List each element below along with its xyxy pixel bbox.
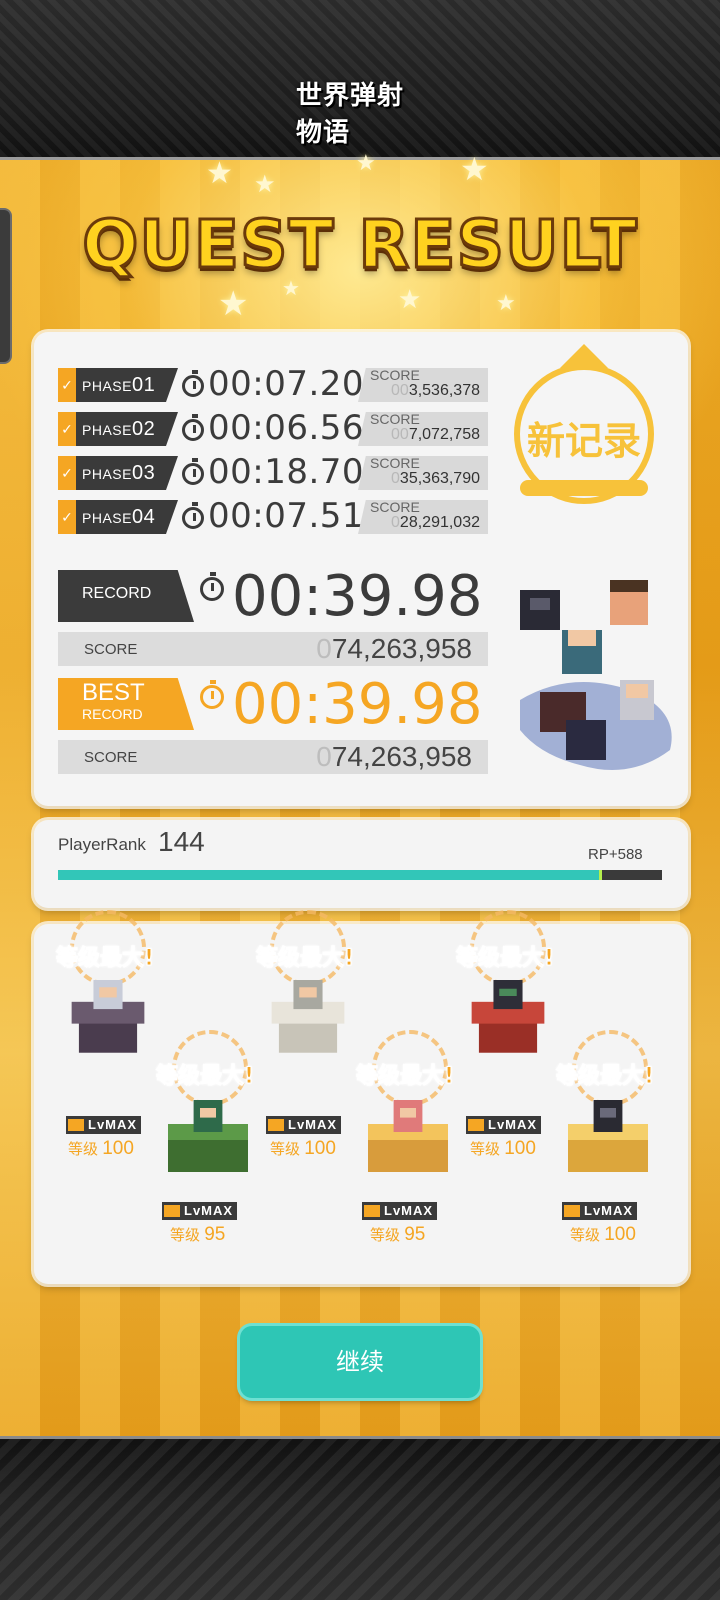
- phase-score: SCORE 035,363,790: [358, 456, 488, 490]
- top-bar: 世界弹射物语: [0, 0, 720, 160]
- check-icon: ✓: [58, 500, 76, 534]
- phase-row: ✓ PHASE03 00:18.70 SCORE 035,363,790: [58, 452, 488, 492]
- character-level: 等级 100: [68, 1138, 134, 1159]
- phase-label: PHASE03: [82, 462, 156, 484]
- timer-icon: [182, 413, 204, 441]
- phase-time: 00:07.51: [182, 496, 364, 536]
- continue-button[interactable]: 继续: [240, 1326, 480, 1398]
- character-pedestal: [568, 1100, 648, 1172]
- rank-progress-bar: [58, 870, 662, 880]
- star-icon: ★: [206, 157, 233, 190]
- character-pedestal: [71, 980, 145, 1053]
- lvmax-badge: LvMAX: [66, 1116, 142, 1134]
- phase-row: ✓ PHASE01 00:07.20 SCORE 003,536,378: [58, 364, 488, 404]
- character-level: 等级 100: [270, 1138, 336, 1159]
- star-icon: ★: [398, 284, 422, 314]
- best-score-bar: SCORE 074,263,958: [58, 740, 488, 774]
- player-rank-label: PlayerRank: [58, 835, 146, 854]
- phase-score: SCORE 003,536,378: [358, 368, 488, 402]
- phase-label: PHASE04: [82, 506, 156, 528]
- star-icon: ★: [460, 151, 489, 187]
- character-pedestal: [471, 980, 545, 1053]
- phase-time: 00:18.70: [182, 452, 364, 492]
- check-icon: ✓: [58, 456, 76, 490]
- record-time: 00:39.98: [200, 564, 482, 629]
- character-pedestal: [168, 1100, 248, 1172]
- character-level: 等级 95: [370, 1224, 426, 1245]
- character-pedestal: [368, 1100, 448, 1172]
- level-max-badge: 等级最大!: [255, 946, 355, 972]
- lvmax-badge: LvMAX: [162, 1202, 238, 1220]
- phase-row: ✓ PHASE04 00:07.51 SCORE 028,291,032: [58, 496, 488, 536]
- stamp-base-icon: [520, 480, 648, 496]
- timer-icon: [182, 457, 204, 485]
- star-icon: ★: [254, 171, 276, 198]
- record-score-bar: SCORE 074,263,958: [58, 632, 488, 666]
- timer-icon: [182, 369, 204, 397]
- phase-label: PHASE01: [82, 374, 156, 396]
- level-max-badge: 等级最大!: [155, 1064, 255, 1090]
- character-level: 等级 95: [170, 1224, 226, 1245]
- character-level: 等级 100: [570, 1224, 636, 1245]
- new-record-stamp: 新记录: [514, 344, 654, 504]
- star-icon: ★: [218, 285, 249, 323]
- lvmax-badge: LvMAX: [266, 1116, 342, 1134]
- party-sprites-icon: [520, 580, 672, 770]
- game-logo: 世界弹射物语: [296, 81, 405, 148]
- phase-time: 00:07.20: [182, 364, 364, 404]
- timer-icon: [182, 501, 204, 529]
- lvmax-badge: LvMAX: [562, 1202, 638, 1220]
- level-max-badge: 等级最大!: [55, 946, 155, 972]
- character-level: 等级 100: [470, 1138, 536, 1159]
- player-rank-value: 144: [158, 826, 205, 857]
- phase-time: 00:06.56: [182, 408, 364, 448]
- level-max-badge: 等级最大!: [355, 1064, 455, 1090]
- check-icon: ✓: [58, 412, 76, 446]
- star-icon: ★: [496, 290, 516, 315]
- rank-progress-fill: [58, 870, 602, 880]
- character-pedestal: [271, 980, 345, 1053]
- level-max-badge: 等级最大!: [555, 1064, 655, 1090]
- lvmax-badge: LvMAX: [466, 1116, 542, 1134]
- check-icon: ✓: [58, 368, 76, 402]
- phase-row: ✓ PHASE02 00:06.56 SCORE 007,072,758: [58, 408, 488, 448]
- rp-gain: RP+588: [588, 846, 643, 863]
- level-max-badge: 等级最大!: [455, 946, 555, 972]
- timer-icon: [200, 680, 224, 709]
- phase-score: SCORE 028,291,032: [358, 500, 488, 534]
- record-tag: RECORD: [58, 570, 194, 622]
- bottom-bar: [0, 1436, 720, 1600]
- lvmax-badge: LvMAX: [362, 1202, 438, 1220]
- best-record-tag: BEST RECORD: [58, 678, 194, 730]
- best-record-time: 00:39.98: [200, 672, 482, 737]
- new-record-text: 新记录: [526, 419, 641, 463]
- page-title: QUEST RESULT: [81, 205, 639, 285]
- star-icon: ★: [356, 150, 376, 175]
- timer-icon: [200, 572, 224, 601]
- phase-score: SCORE 007,072,758: [358, 412, 488, 446]
- phase-label: PHASE02: [82, 418, 156, 440]
- player-rank-panel: [34, 820, 688, 908]
